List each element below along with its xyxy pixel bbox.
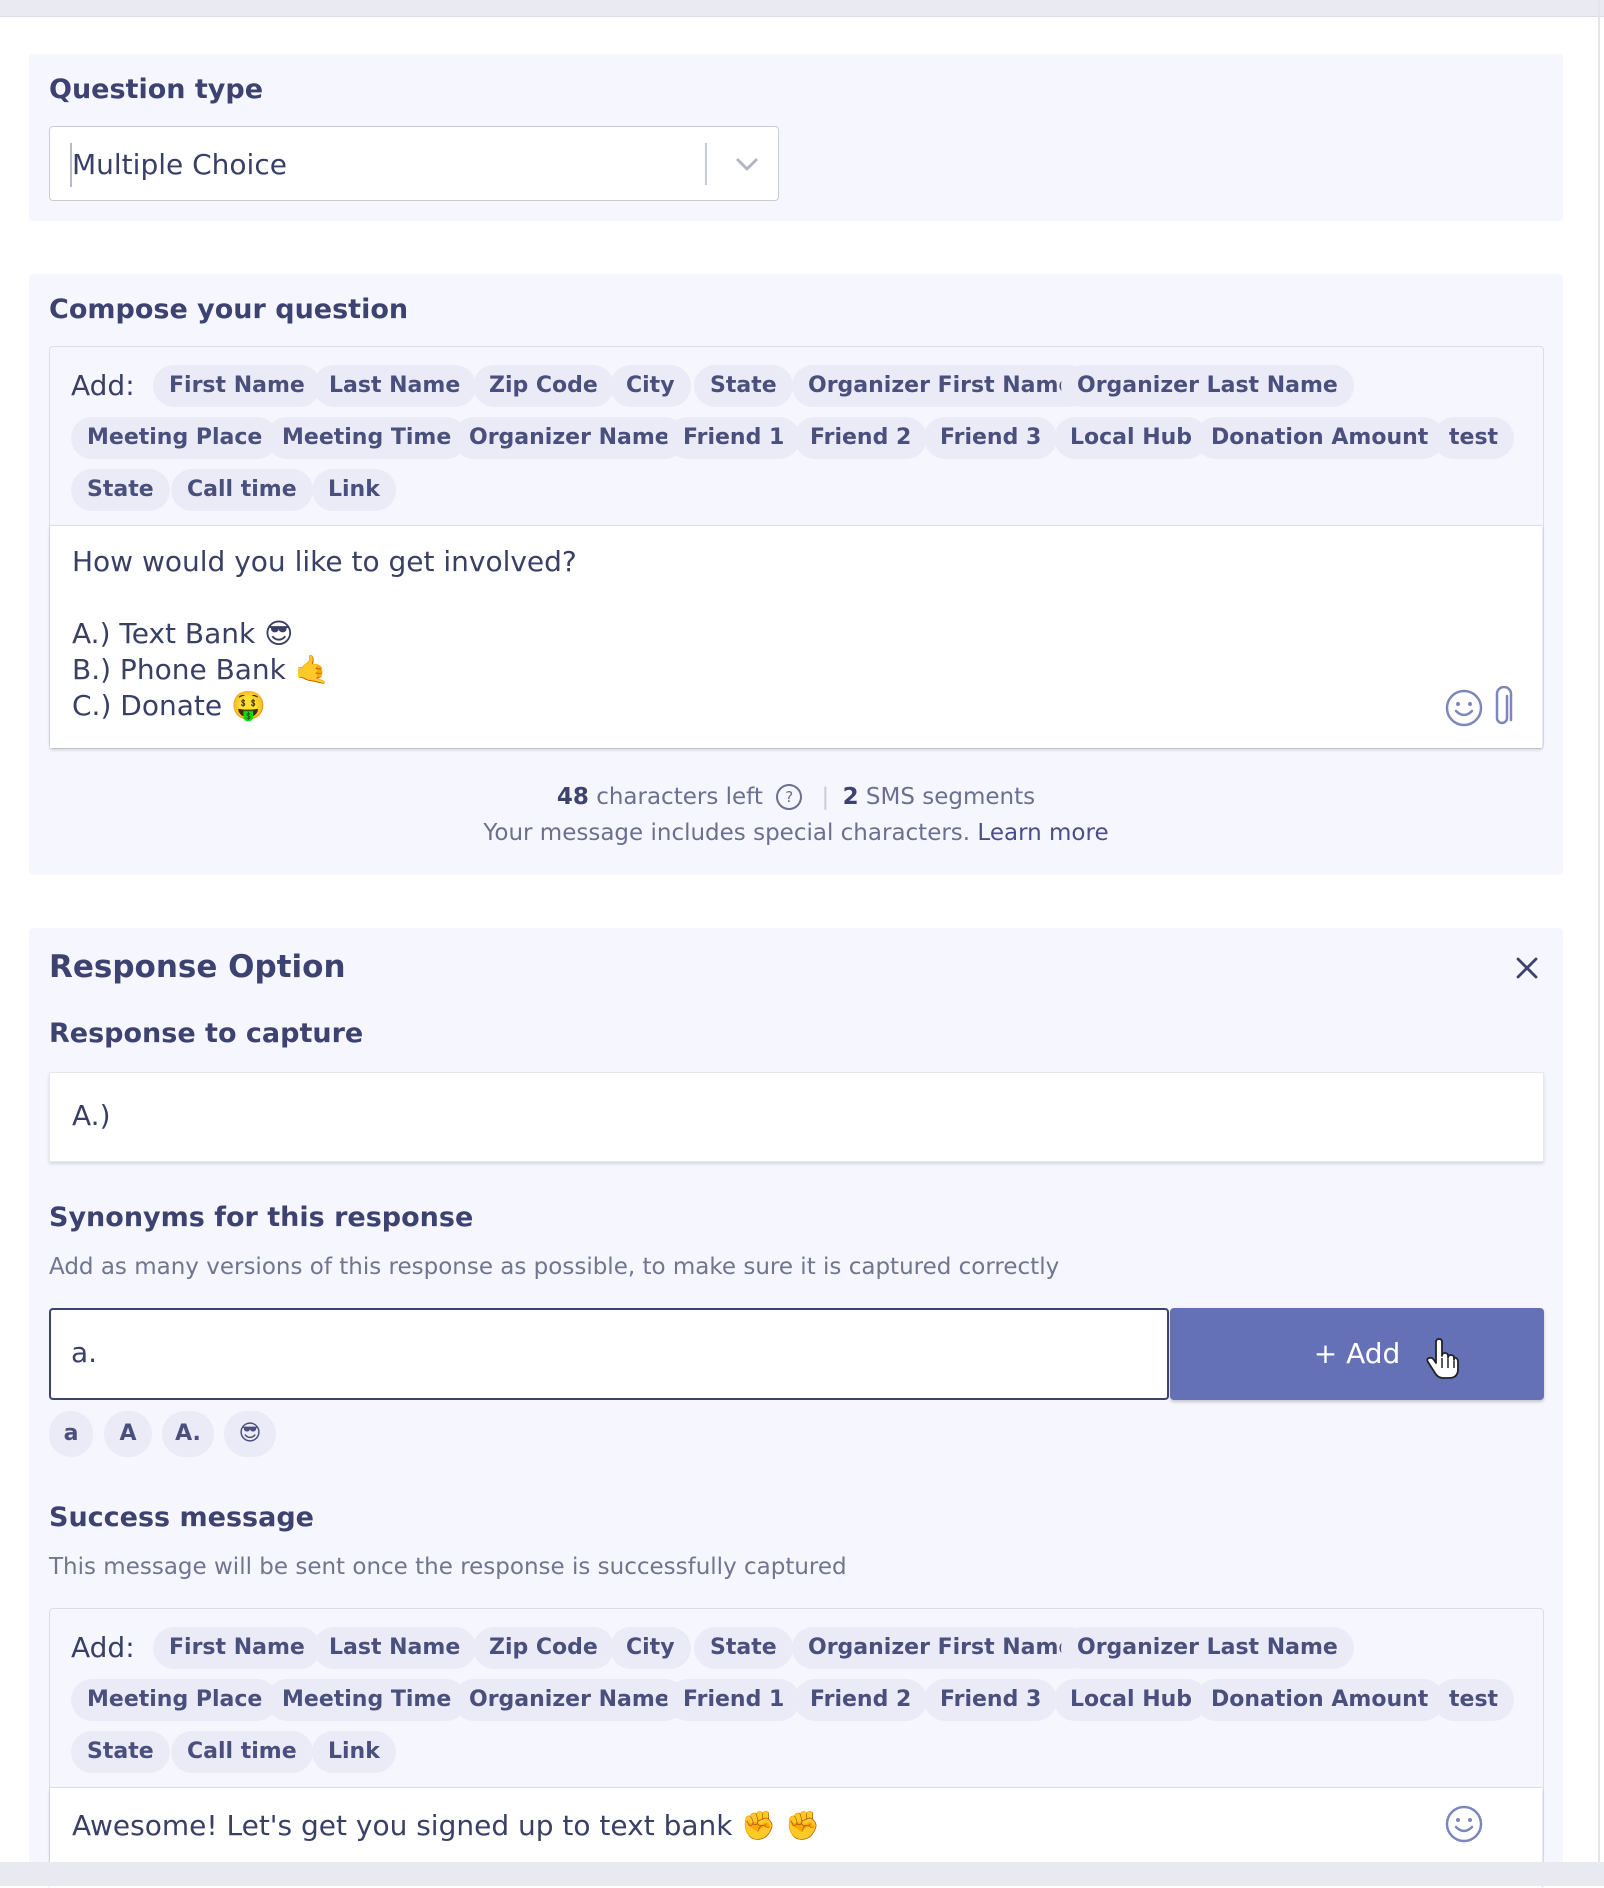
synonym-chip[interactable]: 😎 (224, 1411, 276, 1457)
merge-tag[interactable]: Last Name (313, 1627, 477, 1669)
message-line: B.) Phone Bank 🤙 (72, 653, 330, 686)
merge-tag[interactable]: State (694, 365, 793, 407)
success-message-text: Awesome! Let's get you signed up to text… (72, 1809, 821, 1842)
synonym-chip[interactable]: A (104, 1411, 152, 1457)
merge-tag[interactable]: Call time (171, 469, 313, 511)
merge-tag[interactable]: Organizer Last Name (1061, 1627, 1354, 1669)
attachment-icon[interactable] (1490, 686, 1516, 730)
merge-tag[interactable]: Organizer Name (453, 417, 686, 459)
add-synonym-button[interactable]: + Add (1170, 1308, 1544, 1400)
synonym-input-value: a. (71, 1336, 98, 1369)
merge-tag[interactable]: First Name (153, 365, 321, 407)
merge-tag[interactable]: Friend 1 (667, 417, 801, 459)
synonyms-helper: Add as many versions of this response as… (49, 1254, 1060, 1280)
merge-tag[interactable]: Last Name (313, 365, 477, 407)
merge-tag[interactable]: test (1433, 1679, 1515, 1721)
segment-count: 2 (842, 784, 859, 810)
merge-tag[interactable]: Link (312, 1731, 396, 1773)
merge-tag[interactable]: State (694, 1627, 793, 1669)
capture-input[interactable]: A.) (49, 1072, 1544, 1162)
question-type-label: Question type (49, 74, 264, 105)
help-icon[interactable]: ? (776, 784, 803, 810)
select-separator (705, 143, 707, 185)
merge-tag[interactable]: Link (312, 469, 396, 511)
merge-tag[interactable]: State (71, 1731, 170, 1773)
response-option-title: Response Option (49, 949, 346, 985)
merge-tag[interactable]: Organizer First Name (792, 1627, 1090, 1669)
merge-tag[interactable]: First Name (153, 1627, 321, 1669)
special-characters-note: Your message includes special characters… (29, 820, 1563, 846)
bottom-edge (0, 1862, 1604, 1886)
add-label: Add: (71, 1631, 135, 1664)
merge-tag[interactable]: Meeting Place (71, 417, 279, 459)
merge-tag[interactable]: Friend 2 (794, 1679, 928, 1721)
merge-tag[interactable]: Zip Code (473, 1627, 614, 1669)
merge-tag[interactable]: City (610, 1627, 691, 1669)
merge-tag[interactable]: Friend 3 (924, 1679, 1058, 1721)
message-line: C.) Donate 🤑 (72, 689, 266, 722)
merge-tag[interactable]: Meeting Time (266, 417, 468, 459)
synonym-chip[interactable]: a (49, 1411, 93, 1457)
message-textarea[interactable]: How would you like to get involved? A.) … (50, 525, 1542, 748)
message-line: A.) Text Bank 😎 (72, 617, 294, 650)
merge-tag[interactable]: Donation Amount (1195, 417, 1445, 459)
question-type-value: Multiple Choice (72, 148, 287, 181)
merge-tag[interactable]: Call time (171, 1731, 313, 1773)
merge-tag[interactable]: Zip Code (473, 365, 614, 407)
merge-tag[interactable]: Friend 2 (794, 417, 928, 459)
merge-tag-bar: Add: First Name Last Name Zip Code City … (50, 347, 1543, 525)
merge-tag[interactable]: Meeting Time (266, 1679, 468, 1721)
learn-more-link[interactable]: Learn more (977, 820, 1108, 846)
merge-tag[interactable]: Friend 3 (924, 417, 1058, 459)
merge-tag[interactable]: test (1433, 417, 1515, 459)
merge-tag[interactable]: Local Hub (1054, 417, 1209, 459)
add-button-label: + Add (1313, 1337, 1401, 1370)
emoji-picker-icon[interactable] (1444, 688, 1484, 728)
merge-tag[interactable]: Donation Amount (1195, 1679, 1445, 1721)
success-merge-tag-bar: Add: First Name Last Name Zip Code City … (50, 1609, 1543, 1787)
compose-label: Compose your question (49, 294, 409, 325)
merge-tag[interactable]: Meeting Place (71, 1679, 279, 1721)
merge-tag[interactable]: Organizer First Name (792, 365, 1090, 407)
chevron-down-icon[interactable] (730, 147, 764, 181)
pointer-cursor-icon (1426, 1338, 1459, 1379)
segments-label: SMS segments (865, 784, 1036, 810)
message-line: How would you like to get involved? (72, 545, 577, 578)
synonym-chip[interactable]: A. (162, 1411, 214, 1457)
capture-value: A.) (72, 1099, 111, 1132)
success-editor: Add: First Name Last Name Zip Code City … (49, 1608, 1544, 1888)
character-counter: 48 characters left ? | 2 SMS segments (29, 784, 1563, 810)
success-label: Success message (49, 1502, 314, 1533)
characters-left-count: 48 (556, 784, 589, 810)
success-helper: This message will be sent once the respo… (49, 1554, 847, 1580)
capture-label: Response to capture (49, 1018, 364, 1049)
compose-editor: Add: First Name Last Name Zip Code City … (49, 346, 1544, 749)
synonym-input[interactable]: a. (49, 1308, 1169, 1400)
scroll-edge (1598, 0, 1600, 1886)
top-bar (0, 0, 1604, 17)
merge-tag[interactable]: State (71, 469, 170, 511)
add-label: Add: (71, 369, 135, 402)
question-type-select[interactable]: Multiple Choice (49, 126, 779, 201)
merge-tag[interactable]: City (610, 365, 691, 407)
characters-left-label: characters left (596, 784, 763, 810)
merge-tag[interactable]: Organizer Name (453, 1679, 686, 1721)
merge-tag[interactable]: Organizer Last Name (1061, 365, 1354, 407)
synonyms-label: Synonyms for this response (49, 1202, 474, 1233)
emoji-picker-icon[interactable] (1444, 1804, 1484, 1844)
merge-tag[interactable]: Local Hub (1054, 1679, 1209, 1721)
special-note-text: Your message includes special characters… (483, 820, 971, 846)
merge-tag[interactable]: Friend 1 (667, 1679, 801, 1721)
close-icon[interactable] (1513, 954, 1541, 982)
divider: | (821, 784, 830, 810)
